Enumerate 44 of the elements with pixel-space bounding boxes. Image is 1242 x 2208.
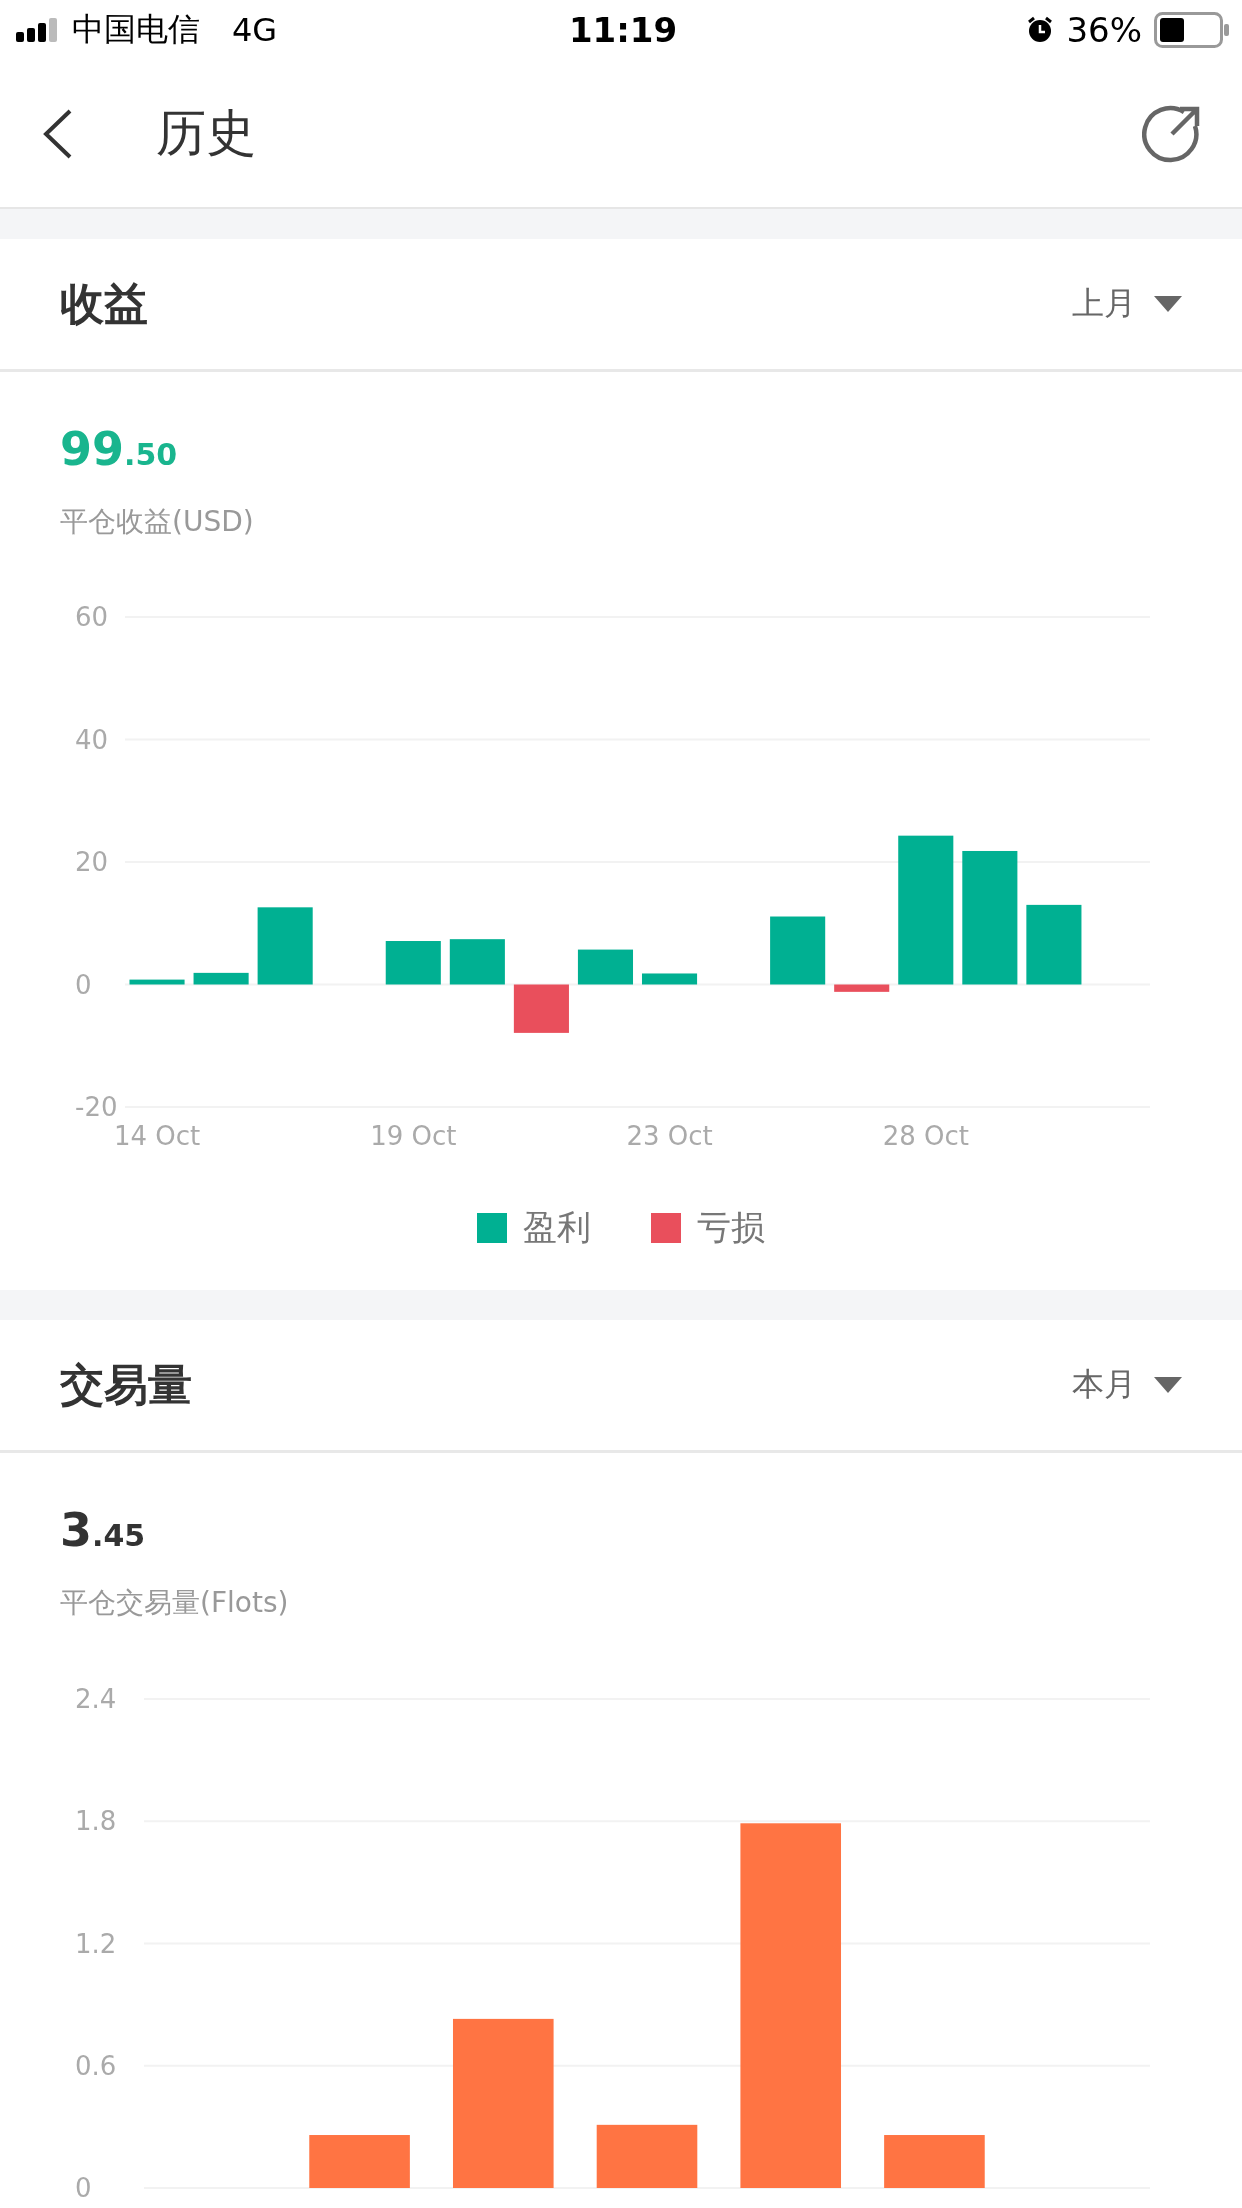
axis-tick-label: 40 (75, 724, 109, 755)
period-dropdown[interactable]: 本月 (1072, 1363, 1182, 1407)
axis-tick-label: 0 (75, 2173, 92, 2203)
axis-tick-label: 14 Oct (113, 1121, 201, 1151)
legend-label: 亏损 (697, 1206, 765, 1249)
axis-tick-label: 20 (75, 847, 109, 877)
network-type: 4G (232, 11, 278, 49)
chart-bar (834, 984, 890, 992)
caret-icon (1154, 1377, 1182, 1393)
page-title: 历史 (156, 103, 257, 164)
chart-bar (449, 939, 505, 985)
legend-label: 盈利 (523, 1206, 591, 1249)
axis-tick-label: 0.6 (75, 2050, 117, 2081)
chart-bar (577, 949, 633, 985)
battery-icon (1154, 12, 1230, 48)
axis-tick-label: -20 (75, 1092, 118, 1122)
section-title: 收益 (60, 276, 148, 331)
axis-tick-label: 19 Oct (370, 1121, 457, 1151)
signal-icon (16, 18, 60, 42)
value-caption: 平仓收益(USD) (60, 504, 254, 540)
chart-bar (129, 979, 185, 985)
chart-bar (642, 973, 698, 985)
chart-bar (770, 916, 826, 985)
axis-tick-label: 2.4 (75, 1684, 117, 1714)
share-button[interactable] (1142, 103, 1202, 164)
axis-tick-label: 60 (75, 602, 109, 632)
axis-tick-label: 0 (75, 969, 92, 1000)
period-dropdown[interactable]: 上月 (1072, 282, 1182, 326)
status-time: 11:19 (568, 10, 678, 50)
value-caption: 平仓交易量(Flots) (60, 1585, 289, 1621)
axis-tick-label: 23 Oct (626, 1121, 713, 1151)
axis-tick-label: 1.8 (75, 1806, 117, 1837)
section-title: 交易量 (60, 1357, 192, 1412)
axis-tick-label: 1.2 (75, 1928, 117, 1959)
alarm-icon (1026, 16, 1055, 44)
chart-bar (193, 972, 249, 985)
carrier-name: 中国电信 (72, 9, 200, 50)
total-value: 99.50 (60, 422, 178, 478)
total-value: 3.45 (60, 1503, 146, 1559)
battery-percent: 36% (1066, 10, 1142, 50)
chart-bar (513, 984, 569, 1033)
chart-bar (385, 941, 441, 985)
axis-tick-label: 28 Oct (882, 1121, 969, 1151)
caret-icon (1154, 296, 1182, 312)
